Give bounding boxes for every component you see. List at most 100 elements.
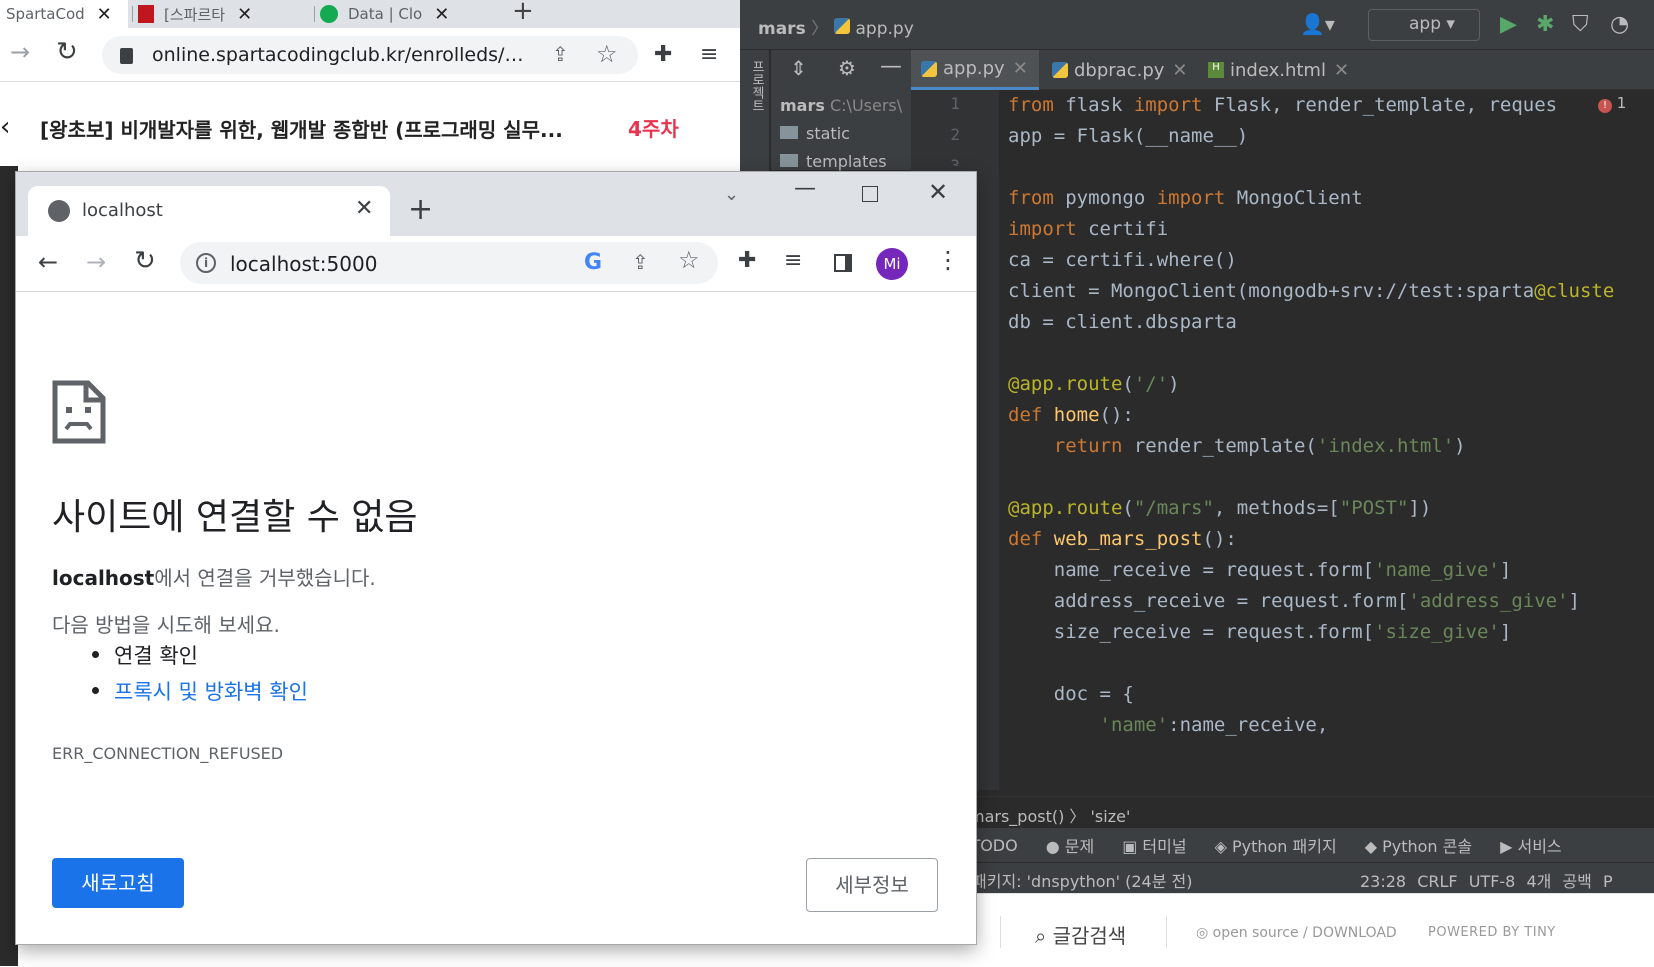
tool-window-python-console[interactable]: ◆ Python 콘솔 [1365,833,1472,857]
new-tab-button[interactable]: + [408,192,433,227]
error-count: 1 [1616,94,1627,112]
close-icon[interactable]: ✕ [1334,60,1349,81]
close-icon[interactable]: ✕ [97,4,112,25]
code-line[interactable]: def home(): [1008,404,1134,426]
code-line[interactable]: db = client.dbsparta [1008,311,1237,333]
side-panel-icon[interactable] [834,254,852,272]
indent-setting[interactable]: 4개 공백 [1526,872,1591,891]
code-line[interactable]: address_receive = request.form['address_… [1008,590,1580,612]
editor-tab-dbprac-py[interactable]: dbprac.py ✕ [1042,50,1190,90]
user-icon[interactable]: 👤▾ [1300,12,1335,36]
run-config-label: app [1409,14,1441,34]
code-line[interactable]: 'name':name_receive, [1008,714,1329,736]
open-source-link[interactable]: ◎ open source / DOWNLOAD [1196,925,1397,941]
media-icon[interactable]: ≡ [700,42,718,67]
code-line[interactable]: size_receive = request.form['size_give'] [1008,621,1512,643]
suggestion-list: 연결 확인 프록시 및 방화벽 확인 [88,640,308,712]
background-tab-sparta[interactable]: [스파르타 ✕ [138,0,308,28]
code-line[interactable]: from pymongo import MongoClient [1008,187,1363,209]
code-line[interactable]: doc = { [1008,683,1134,705]
project-tool-tab[interactable]: 프로젝트 [747,60,766,112]
code-line[interactable]: import certifi [1008,218,1168,240]
line-separator[interactable]: CRLF [1417,872,1457,891]
editor-tab-index-html[interactable]: Hindex.html ✕ [1198,50,1356,90]
background-tab-spartacoding[interactable]: SpartaCod ✕ [0,0,128,28]
kebab-menu-icon[interactable]: ⋮ [936,246,960,274]
code-line[interactable]: @app.route('/') [1008,373,1180,395]
tab-search-icon[interactable]: ⌄ [724,184,739,205]
profile-icon[interactable]: ◔ [1610,12,1629,37]
site-info-icon[interactable]: i [196,253,216,273]
close-icon[interactable]: ✕ [434,4,449,25]
caret-position[interactable]: 23:28 [1360,872,1406,891]
share-icon[interactable]: ⇪ [632,250,649,274]
back-button[interactable]: ← [38,248,58,276]
gear-icon[interactable]: ⚙ [838,56,856,80]
run-configuration-select[interactable]: app ▾ [1368,9,1480,41]
inspection-indicator[interactable]: ! 1 [1598,94,1626,113]
bookmark-star-icon[interactable]: ☆ [678,246,700,274]
background-url[interactable]: online.spartacodingclub.kr/enrolleds/6..… [152,44,532,66]
breadcrumb-project[interactable]: mars [758,19,806,39]
star-icon[interactable]: ☆ [596,40,618,68]
breadcrumb-file[interactable]: app.py [856,19,914,39]
editor-tab-app-py[interactable]: app.py ✕ [911,50,1039,90]
code-line[interactable]: name_receive = request.form['name_give'] [1008,559,1512,581]
reload-icon[interactable]: ↻ [56,37,78,67]
run-icon[interactable]: ▶ [1500,12,1517,37]
tool-window-python-packages[interactable]: ◈ Python 패키지 [1215,833,1337,857]
close-window-button[interactable]: ✕ [928,178,948,206]
google-lens-icon[interactable]: G [584,250,602,275]
address-text[interactable]: localhost:5000 [230,252,377,276]
editor-breadcrumb[interactable]: mars_post() 〉 'size' [911,796,1654,828]
close-icon[interactable]: ✕ [1013,58,1028,79]
code-line[interactable]: def web_mars_post(): [1008,528,1237,550]
back-chevron-icon[interactable]: ‹ [0,112,10,142]
minimize-window-button[interactable]: — [794,176,816,201]
extensions-icon[interactable]: ✚ [738,248,756,273]
code-line[interactable]: app = Flask(__name__) [1008,125,1248,147]
interpreter[interactable]: P [1603,872,1613,891]
code-line[interactable]: ca = certifi.where() [1008,249,1237,271]
tree-folder-static[interactable]: static [780,124,850,143]
coverage-icon[interactable]: ⛉ [1572,12,1589,37]
week-badge: 4주차 [628,117,679,141]
new-tab-button[interactable]: + [512,0,534,26]
project-root[interactable]: mars C:\Users\ [780,96,910,115]
folder-label: static [806,124,850,143]
file-encoding[interactable]: UTF-8 [1469,872,1516,891]
code-line[interactable]: @app.route("/mars", methods=["POST"]) [1008,497,1431,519]
minimize-icon[interactable]: — [880,54,902,79]
debug-icon[interactable]: ✱ [1536,12,1554,37]
folder-icon [780,126,798,139]
close-icon[interactable]: ✕ [237,4,252,25]
status-message[interactable]: 패키지: 'dnspython' (24분 전) [972,868,1193,892]
media-control-icon[interactable]: ≡ [784,248,802,273]
maximize-window-button[interactable] [862,186,878,202]
profile-avatar[interactable]: Mi [876,248,908,280]
reload-page-button[interactable]: 새로고침 [52,858,184,908]
sad-document-icon [52,380,106,444]
reload-button[interactable]: ↻ [134,246,156,276]
collapse-all-icon[interactable]: ⇕ [790,56,807,80]
details-button[interactable]: 세부정보 [806,858,938,912]
error-title: 사이트에 연결할 수 없음 [52,497,418,538]
code-line[interactable]: from flask import Flask, render_template… [1008,94,1557,116]
share-icon[interactable]: ⇪ [552,42,569,66]
forward-icon[interactable]: → [10,38,30,66]
code-line[interactable]: return render_template('index.html') [1008,435,1466,457]
forward-button[interactable]: → [86,248,106,276]
tool-window-problems[interactable]: ● 문제 [1046,833,1095,857]
tool-window-services[interactable]: ▶ 서비스 [1500,833,1562,857]
tree-folder-templates[interactable]: templates [780,152,887,171]
close-tab-icon[interactable]: ✕ [355,196,373,221]
close-icon[interactable]: ✕ [1172,60,1187,81]
code-line[interactable]: client = MongoClient(mongodb+srv://test:… [1008,280,1614,302]
chevron-right-icon: 〉 [811,19,829,39]
extensions-icon[interactable]: ✚ [654,42,672,67]
background-tab-data[interactable]: Data | Clo ✕ [320,0,490,28]
tool-window-terminal[interactable]: ▣ 터미널 [1122,833,1186,857]
content-search-button[interactable]: ⌕ 글감검색 [1035,920,1126,949]
suggestion-check-proxy-firewall[interactable]: 프록시 및 방화벽 확인 [88,676,308,712]
powered-by-tiny[interactable]: POWERED BY TINY [1428,925,1556,940]
